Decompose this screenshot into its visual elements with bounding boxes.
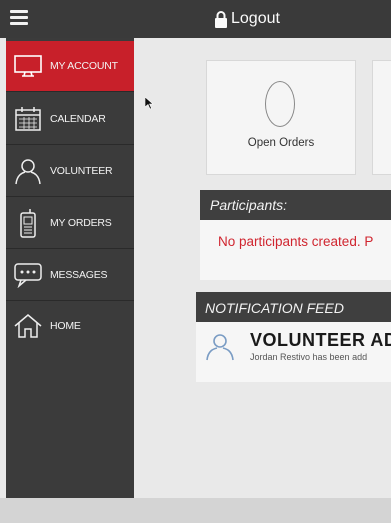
message-icon [10,262,46,288]
feed-item-detail: Jordan Restivo has been add [250,352,368,362]
phone-icon [10,208,46,238]
sidebar-item-label: MY ACCOUNT [50,60,118,72]
sidebar-item-my-orders[interactable]: MY ORDERS [6,198,134,249]
person-icon [10,157,46,185]
participants-heading: Participants: [200,190,391,220]
lock-icon [215,10,227,28]
mouse-pointer-icon [144,96,154,115]
sidebar-item-messages[interactable]: MESSAGES [6,250,134,301]
dashboard-card[interactable] [372,60,391,175]
open-orders-count [265,81,295,127]
monitor-icon [10,54,46,78]
participants-panel: Participants: No participants created. P [200,190,391,280]
logout-button[interactable]: Logout [214,6,280,32]
participants-message: No participants created. P [218,234,374,249]
home-icon [10,313,46,339]
feed-item[interactable]: VOLUNTEER AD Jordan Restivo has been add [196,322,391,377]
sidebar-item-label: MY ORDERS [50,217,112,229]
notification-feed-panel: NOTIFICATION FEED VOLUNTEER AD Jordan Re… [196,292,391,382]
open-orders-card[interactable]: Open Orders [206,60,356,175]
top-bar: Logout [0,0,391,38]
logout-label: Logout [231,10,280,27]
sidebar-item-home[interactable]: HOME [6,300,134,351]
sidebar-item-label: MESSAGES [50,269,108,281]
sidebar-item-my-account[interactable]: MY ACCOUNT [6,41,134,92]
screen-bezel [0,498,391,523]
calendar-icon [10,106,46,132]
user-icon [204,332,236,367]
open-orders-label: Open Orders [247,137,315,149]
sidebar-item-volunteer[interactable]: VOLUNTEER [6,146,134,197]
hamburger-icon[interactable] [10,10,28,26]
sidebar-item-label: HOME [50,319,81,332]
app-screen: Logout MY ACCOUNT CALENDAR VOLUNTEER MY … [0,0,391,523]
sidebar-item-label: VOLUNTEER [50,165,113,177]
sidebar-item-label: CALENDAR [50,113,106,125]
sidebar: MY ACCOUNT CALENDAR VOLUNTEER MY ORDERS … [6,38,134,498]
feed-item-title: VOLUNTEER AD [250,330,391,350]
sidebar-item-calendar[interactable]: CALENDAR [6,94,134,145]
notification-feed-heading: NOTIFICATION FEED [196,292,391,322]
